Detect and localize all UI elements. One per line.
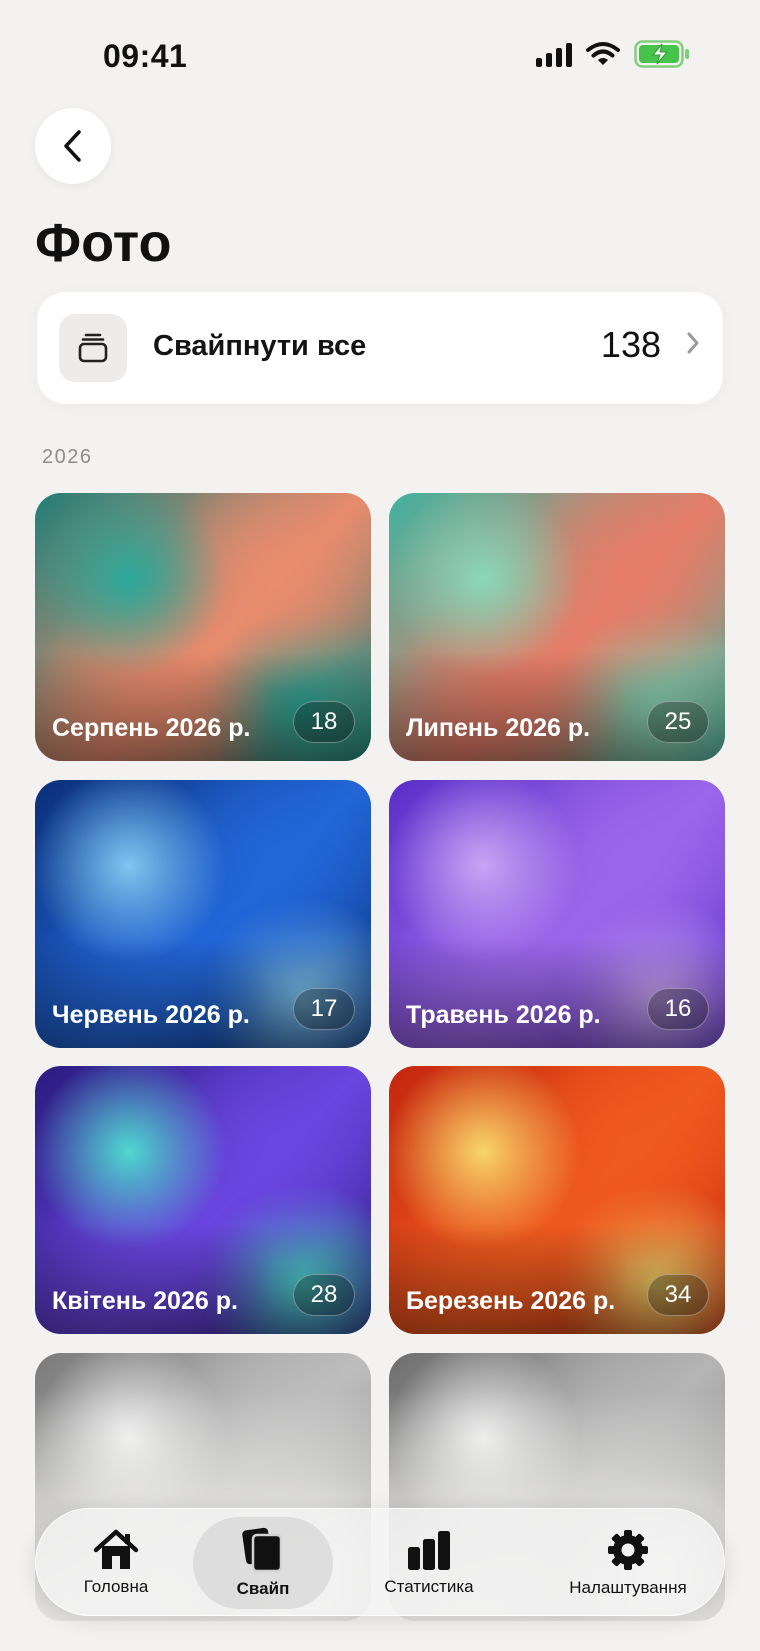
tab-home[interactable]: Головна [56,1517,176,1609]
month-label: Липень 2026 р. [406,714,591,742]
month-label: Квітень 2026 р. [52,1287,238,1315]
month-tile[interactable]: Червень 2026 р. 17 [35,780,371,1048]
month-tile[interactable]: Квітень 2026 р. 28 [35,1066,371,1334]
month-tile[interactable]: Травень 2026 р. 16 [389,780,725,1048]
swipe-all-count: 138 [600,324,661,365]
month-count-badge: 18 [293,701,355,743]
swipe-all-label: Свайпнути все [153,330,367,362]
month-count-badge: 28 [293,1274,355,1316]
tab-statistics[interactable]: Статистика [354,1517,504,1609]
month-count-badge: 34 [647,1274,709,1316]
month-label: Серпень 2026 р. [52,714,251,742]
month-tile[interactable]: Серпень 2026 р. 18 [35,493,371,761]
back-button[interactable] [35,108,111,184]
stack-icon [78,333,108,363]
page-title: Фото [35,213,172,273]
month-label: Червень 2026 р. [52,1001,250,1029]
tab-label: Головна [83,1577,149,1596]
month-label: Березень 2026 р. [406,1287,616,1315]
month-tile[interactable]: Липень 2026 р. 25 [389,493,725,761]
month-count-badge: 16 [647,988,709,1030]
tab-swipe[interactable]: Свайп [193,1517,333,1609]
tab-label: Статистика [384,1577,474,1596]
month-count-badge: 25 [647,701,709,743]
gear-icon [608,1530,648,1570]
battery-charging-icon [634,40,689,68]
wifi-icon [586,42,620,65]
cards-icon [242,1527,283,1573]
bar-chart-icon [408,1531,450,1570]
month-count-badge: 17 [293,988,355,1030]
tab-label: Налаштування [569,1578,687,1597]
section-year-header: 2026 [42,446,93,468]
status-icons [536,40,690,68]
swipe-all-badge [59,314,127,382]
month-tile[interactable]: Березень 2026 р. 34 [389,1066,725,1334]
swipe-all-row[interactable]: Свайпнути все 138 [37,292,723,404]
house-icon [93,1529,139,1569]
tab-bar: Головна Свайп Статистика Налаштування [35,1508,725,1616]
month-label: Травень 2026 р. [406,1001,601,1029]
status-time: 09:41 [103,38,188,74]
cellular-signal-icon [536,41,572,67]
tab-settings[interactable]: Налаштування [548,1517,708,1609]
chevron-right-icon [687,332,699,354]
status-bar: 09:41 [0,0,760,110]
chevron-left-icon [64,130,81,162]
tab-label: Свайп [236,1579,290,1598]
